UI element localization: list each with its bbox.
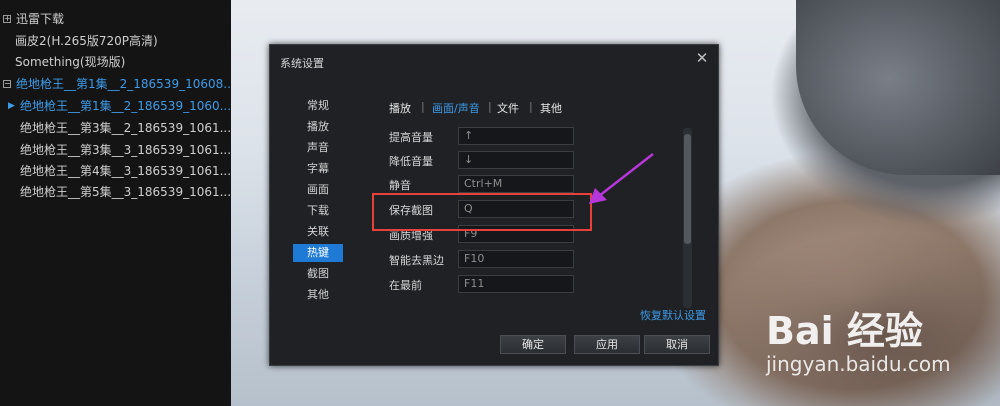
video-content bbox=[796, 0, 1000, 175]
playlist-panel: + 迅雷下载 画皮2(H.265版720P高清) Something(现场版) … bbox=[0, 0, 231, 406]
nav-general[interactable]: 常规 bbox=[293, 97, 343, 115]
watermark-url: jingyan.baidu.com bbox=[766, 352, 951, 376]
apply-button[interactable]: 应用 bbox=[574, 335, 640, 354]
scrollbar-thumb[interactable] bbox=[684, 134, 691, 244]
nav-download[interactable]: 下载 bbox=[293, 202, 343, 220]
restore-defaults-link[interactable]: 恢复默认设置 bbox=[640, 307, 706, 323]
hotkey-label: 降低音量 bbox=[389, 155, 433, 168]
playlist-item-label: Something(现场版) bbox=[15, 55, 126, 69]
tab-picture-sound[interactable]: 画面/声音 bbox=[432, 100, 480, 116]
annotation-highlight-box bbox=[372, 193, 592, 231]
hotkey-field[interactable]: ↑ bbox=[458, 127, 574, 145]
hotkey-label: 静音 bbox=[389, 179, 411, 192]
hotkey-row-remove-black-bars: 智能去黑边 F10 bbox=[389, 250, 579, 269]
playlist-item-label: 绝地枪王__第3集__3_186539_1061... bbox=[20, 143, 231, 157]
playlist-item-label: 绝地枪王__第5集__3_186539_1061... bbox=[20, 185, 231, 199]
playlist-group-xunlei[interactable]: + 迅雷下载 bbox=[0, 9, 231, 30]
nav-hotkeys[interactable]: 热键 bbox=[293, 244, 343, 262]
playlist-item[interactable]: Something(现场版) bbox=[0, 52, 231, 73]
nav-playback[interactable]: 播放 bbox=[293, 118, 343, 136]
hotkey-row-volume-up: 提高音量 ↑ bbox=[389, 127, 579, 146]
hotkey-field[interactable]: ↓ bbox=[458, 151, 574, 169]
dialog-title: 系统设置 bbox=[280, 57, 324, 70]
tab-playback[interactable]: 播放 bbox=[389, 100, 411, 116]
playlist-item-label: 绝地枪王__第3集__2_186539_1061... bbox=[20, 121, 231, 135]
nav-picture[interactable]: 画面 bbox=[293, 181, 343, 199]
collapse-icon[interactable]: − bbox=[3, 80, 11, 88]
hotkey-row-mute: 静音 Ctrl+M bbox=[389, 175, 579, 194]
hotkey-row-volume-down: 降低音量 ↓ bbox=[389, 151, 579, 170]
playlist-group-label: 绝地枪王__第1集__2_186539_10608... bbox=[16, 77, 231, 91]
ok-button[interactable]: 确定 bbox=[500, 335, 566, 354]
hotkey-field[interactable]: Ctrl+M bbox=[458, 175, 574, 193]
tab-other[interactable]: 其他 bbox=[540, 100, 562, 116]
tab-separator: | bbox=[529, 100, 533, 113]
playlist-item[interactable]: 绝地枪王__第3集__3_186539_1061... bbox=[0, 140, 231, 161]
expand-icon[interactable]: + bbox=[3, 15, 11, 23]
hotkey-label: 在最前 bbox=[389, 279, 422, 292]
nav-sound[interactable]: 声音 bbox=[293, 139, 343, 157]
playlist-item-label: 画皮2(H.265版720P高清) bbox=[15, 34, 158, 48]
nav-screenshot[interactable]: 截图 bbox=[293, 265, 343, 283]
playlist-item-label: 绝地枪王__第1集__2_186539_1060... bbox=[20, 99, 231, 113]
play-indicator-icon: ▶ bbox=[8, 101, 15, 111]
tab-separator: | bbox=[488, 100, 492, 113]
cancel-button[interactable]: 取消 bbox=[644, 335, 710, 354]
close-icon[interactable]: ✕ bbox=[694, 50, 710, 66]
playlist-item[interactable]: 画皮2(H.265版720P高清) bbox=[0, 31, 231, 52]
hotkey-field[interactable]: F11 bbox=[458, 275, 574, 293]
annotation-arrow-icon bbox=[589, 153, 654, 204]
playlist-item[interactable]: 绝地枪王__第3集__2_186539_1061... bbox=[0, 118, 231, 139]
hotkey-row-always-on-top: 在最前 F11 bbox=[389, 275, 579, 294]
baidu-watermark: Bai 经验 jingyan.baidu.com bbox=[766, 300, 996, 390]
nav-other[interactable]: 其他 bbox=[293, 286, 343, 304]
nav-subtitles[interactable]: 字幕 bbox=[293, 160, 343, 178]
hotkey-label: 提高音量 bbox=[389, 131, 433, 144]
playlist-item[interactable]: 绝地枪王__第5集__3_186539_1061... bbox=[0, 182, 231, 203]
scrollbar[interactable] bbox=[683, 128, 692, 308]
playlist-item-playing[interactable]: ▶ 绝地枪王__第1集__2_186539_1060... bbox=[0, 96, 231, 117]
hotkey-label: 智能去黑边 bbox=[389, 254, 444, 267]
playlist-group-label: 迅雷下载 bbox=[16, 12, 65, 26]
playlist-group-series[interactable]: − 绝地枪王__第1集__2_186539_10608... bbox=[0, 74, 231, 95]
nav-association[interactable]: 关联 bbox=[293, 223, 343, 241]
tab-file[interactable]: 文件 bbox=[497, 100, 519, 116]
hotkey-field[interactable]: F10 bbox=[458, 250, 574, 268]
tab-separator: | bbox=[421, 100, 425, 113]
playlist-item[interactable]: 绝地枪王__第4集__3_186539_1061... bbox=[0, 161, 231, 182]
playlist-item-label: 绝地枪王__第4集__3_186539_1061... bbox=[20, 164, 231, 178]
watermark-brand: Bai 经验 bbox=[766, 309, 923, 353]
